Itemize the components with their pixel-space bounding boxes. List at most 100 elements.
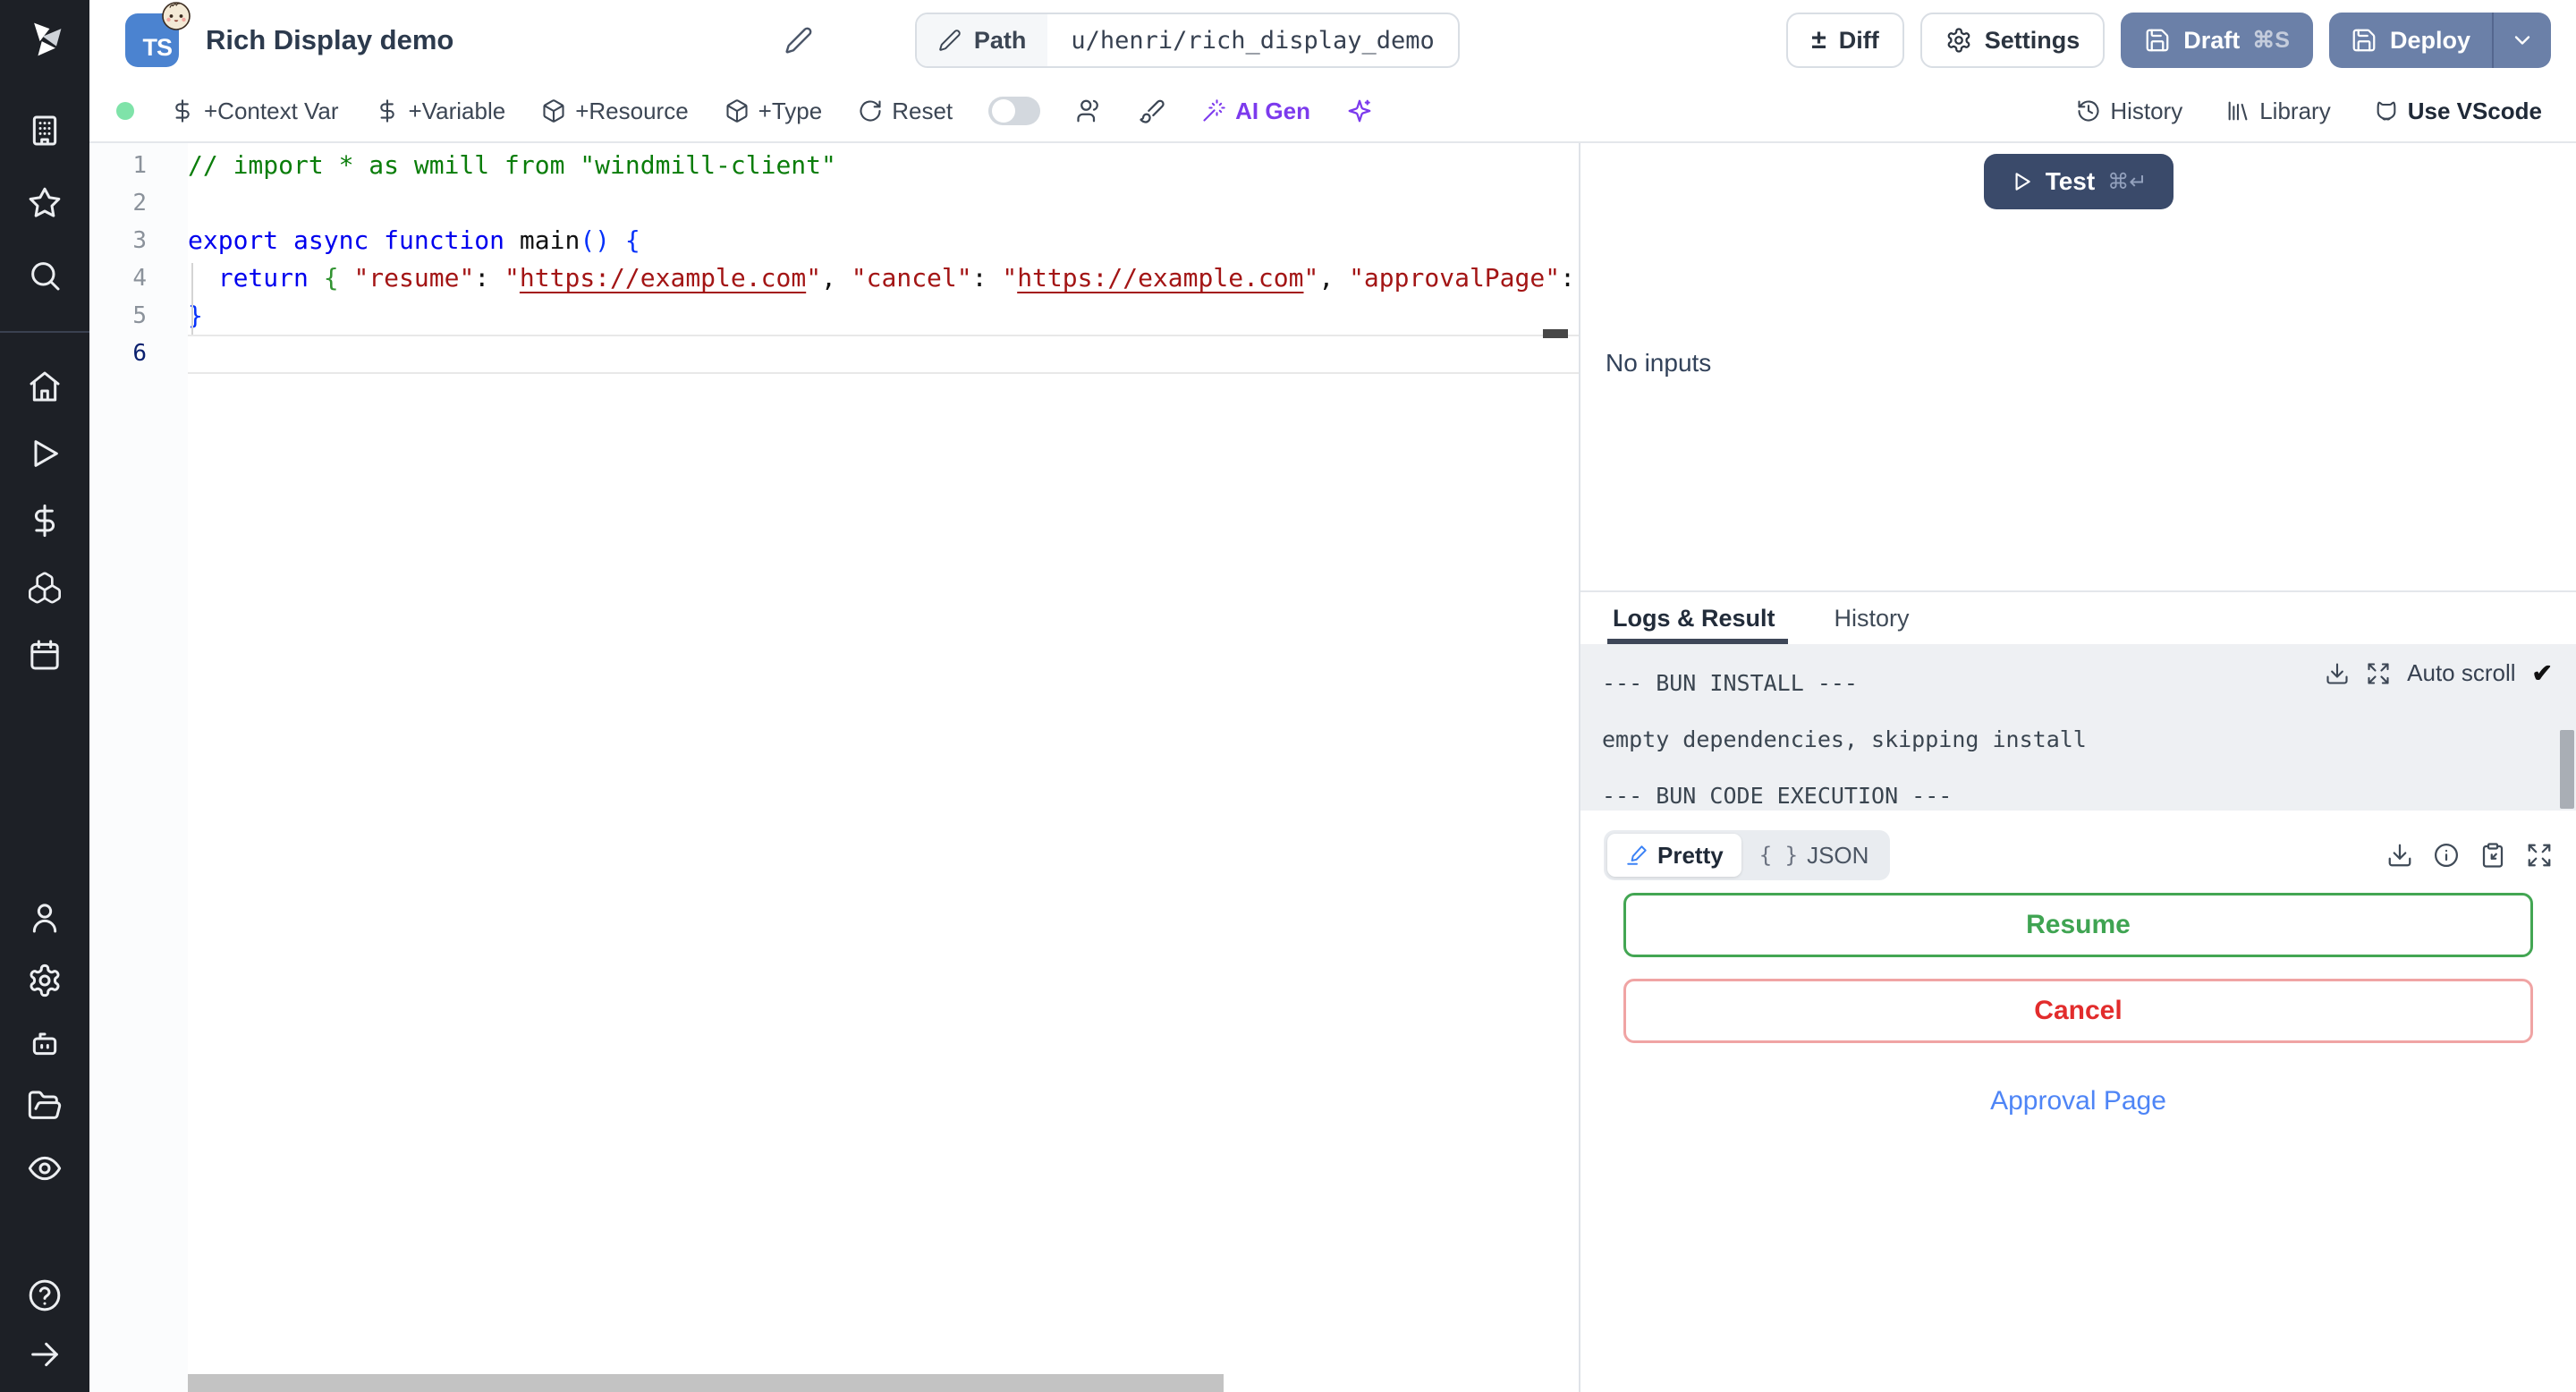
code-area[interactable]: // import * as wmill from "windmill-clie… <box>188 143 1579 1392</box>
eye-icon[interactable] <box>25 1149 64 1188</box>
multiplayer-toggle[interactable] <box>988 97 1041 125</box>
path-label: Path <box>973 26 1027 54</box>
help-icon[interactable] <box>25 1276 64 1315</box>
library-button[interactable]: Library <box>2225 97 2331 125</box>
path-field[interactable]: Path u/henri/rich_display_demo <box>914 13 1460 68</box>
diff-button-label: Diff <box>1838 26 1879 54</box>
copy-clipboard-icon[interactable] <box>2479 842 2506 869</box>
home-icon[interactable] <box>25 367 64 406</box>
test-shortcut: ⌘↵ <box>2107 169 2148 194</box>
library-icon <box>2228 101 2248 121</box>
ai-gen-label: AI Gen <box>1235 97 1310 124</box>
expand-logs-icon[interactable] <box>2366 661 2391 686</box>
logs-scrollbar[interactable] <box>2560 730 2574 809</box>
schedules-calendar-icon[interactable] <box>25 635 64 675</box>
settings-button[interactable]: Settings <box>1919 13 2106 68</box>
view-pretty-button[interactable]: Pretty <box>1607 834 1741 877</box>
add-type-button[interactable]: +Type <box>724 98 822 125</box>
download-result-icon[interactable] <box>2386 842 2413 869</box>
workspace-building-icon[interactable] <box>25 111 64 150</box>
sidebar-divider <box>0 331 89 333</box>
draft-button[interactable]: Draft ⌘S <box>2121 13 2313 68</box>
chevron-down-icon <box>2514 36 2530 45</box>
bottom-tabs: Logs & Result History <box>1580 592 2576 644</box>
vscode-cat-icon <box>2377 101 2396 121</box>
logs-result-section: Logs & Result History --- BUN INSTALL --… <box>1580 590 2576 1392</box>
folder-open-icon[interactable] <box>25 1086 64 1125</box>
package-icon <box>726 99 748 123</box>
variables-dollar-icon[interactable] <box>25 501 64 540</box>
expand-sidebar-arrow-icon[interactable] <box>25 1335 64 1374</box>
refresh-icon <box>860 100 881 122</box>
diff-icon: ± <box>1811 25 1826 55</box>
runs-play-icon[interactable] <box>25 434 64 473</box>
reset-button[interactable]: Reset <box>858 98 953 125</box>
code-line-5: } <box>188 301 203 330</box>
info-icon[interactable] <box>2433 842 2460 869</box>
toggle-knob <box>992 99 1016 123</box>
typescript-badge: TS <box>125 2 191 67</box>
horizontal-scrollbar[interactable] <box>188 1374 1224 1392</box>
run-panel: Test ⌘↵ No inputs Logs & Result History … <box>1579 143 2576 1392</box>
add-variable-button[interactable]: +Variable <box>375 98 505 125</box>
ai-gen-button[interactable]: AI Gen <box>1201 98 1310 125</box>
windmill-logo-icon[interactable] <box>20 14 70 64</box>
no-inputs-text: No inputs <box>1606 349 1712 377</box>
settings-button-label: Settings <box>1984 26 2080 54</box>
cancel-button[interactable]: Cancel <box>1623 979 2533 1043</box>
view-json-button[interactable]: { } JSON <box>1741 834 1887 877</box>
use-vscode-button[interactable]: Use VScode <box>2374 98 2542 125</box>
edit-summary-pencil-icon[interactable] <box>781 22 817 58</box>
play-icon <box>2015 173 2030 191</box>
add-context-var-button[interactable]: +Context Var <box>170 98 339 125</box>
typescript-badge-label: TS <box>142 34 173 61</box>
format-brush-icon[interactable] <box>1139 98 1165 124</box>
approval-page-link[interactable]: Approval Page <box>1604 1086 2553 1116</box>
view-json-label: JSON <box>1807 841 1869 869</box>
code-editor[interactable]: 1 2 3 4 5 6 // import * as wmill from "w… <box>89 143 1579 1392</box>
fullscreen-result-icon[interactable] <box>2526 842 2553 869</box>
code-line-3: export async function main() { <box>188 225 640 255</box>
test-button-label: Test <box>2045 167 2096 195</box>
editor-toolbar: +Context Var +Variable +Resource +Type R… <box>89 81 2576 143</box>
workers-bot-icon[interactable] <box>25 1023 64 1063</box>
draft-shortcut: ⌘S <box>2252 28 2290 53</box>
settings-gear-icon <box>1947 28 1970 53</box>
json-braces-icon: { } <box>1758 843 1799 868</box>
history-button[interactable]: History <box>2076 98 2182 125</box>
line-number: 4 <box>132 265 147 292</box>
dollar-icon <box>379 99 394 123</box>
draft-button-label: Draft <box>2183 26 2241 54</box>
deploy-split-button: Deploy <box>2328 13 2551 68</box>
diff-button[interactable]: ± Diff <box>1786 13 1904 68</box>
download-logs-icon[interactable] <box>2325 661 2350 686</box>
status-dot <box>116 102 134 120</box>
test-button[interactable]: Test ⌘↵ <box>1983 154 2174 209</box>
tab-logs-result[interactable]: Logs & Result <box>1607 592 1787 644</box>
deploy-button[interactable]: Deploy <box>2329 13 2492 68</box>
path-value[interactable]: u/henri/rich_display_demo <box>1047 14 1457 66</box>
resume-button[interactable]: Resume <box>1623 893 2533 957</box>
sidebar <box>0 0 89 1392</box>
overview-ruler-marker <box>1543 329 1568 338</box>
user-icon[interactable] <box>25 898 64 938</box>
add-context-var-label: +Context Var <box>204 97 339 124</box>
deploy-dropdown-button[interactable] <box>2492 13 2551 68</box>
library-label: Library <box>2259 97 2331 124</box>
resources-boxes-icon[interactable] <box>25 568 64 607</box>
sparkles-icon[interactable] <box>1346 98 1373 124</box>
tab-history[interactable]: History <box>1835 592 1910 644</box>
log-line: empty dependencies, skipping install <box>1602 726 2087 752</box>
logs-viewer[interactable]: --- BUN INSTALL --- empty dependencies, … <box>1580 644 2576 811</box>
log-line: --- BUN CODE EXECUTION --- <box>1602 783 1953 809</box>
auto-scroll-checkbox[interactable]: ✔ <box>2532 658 2553 688</box>
search-icon[interactable] <box>25 256 64 295</box>
view-pretty-label: Pretty <box>1657 841 1724 869</box>
favorites-star-icon[interactable] <box>25 183 64 223</box>
users-icon[interactable] <box>1076 98 1103 124</box>
settings-gear-icon[interactable] <box>25 961 64 1000</box>
add-resource-button[interactable]: +Resource <box>541 98 689 125</box>
code-line-1: // import * as wmill from "windmill-clie… <box>188 150 836 180</box>
